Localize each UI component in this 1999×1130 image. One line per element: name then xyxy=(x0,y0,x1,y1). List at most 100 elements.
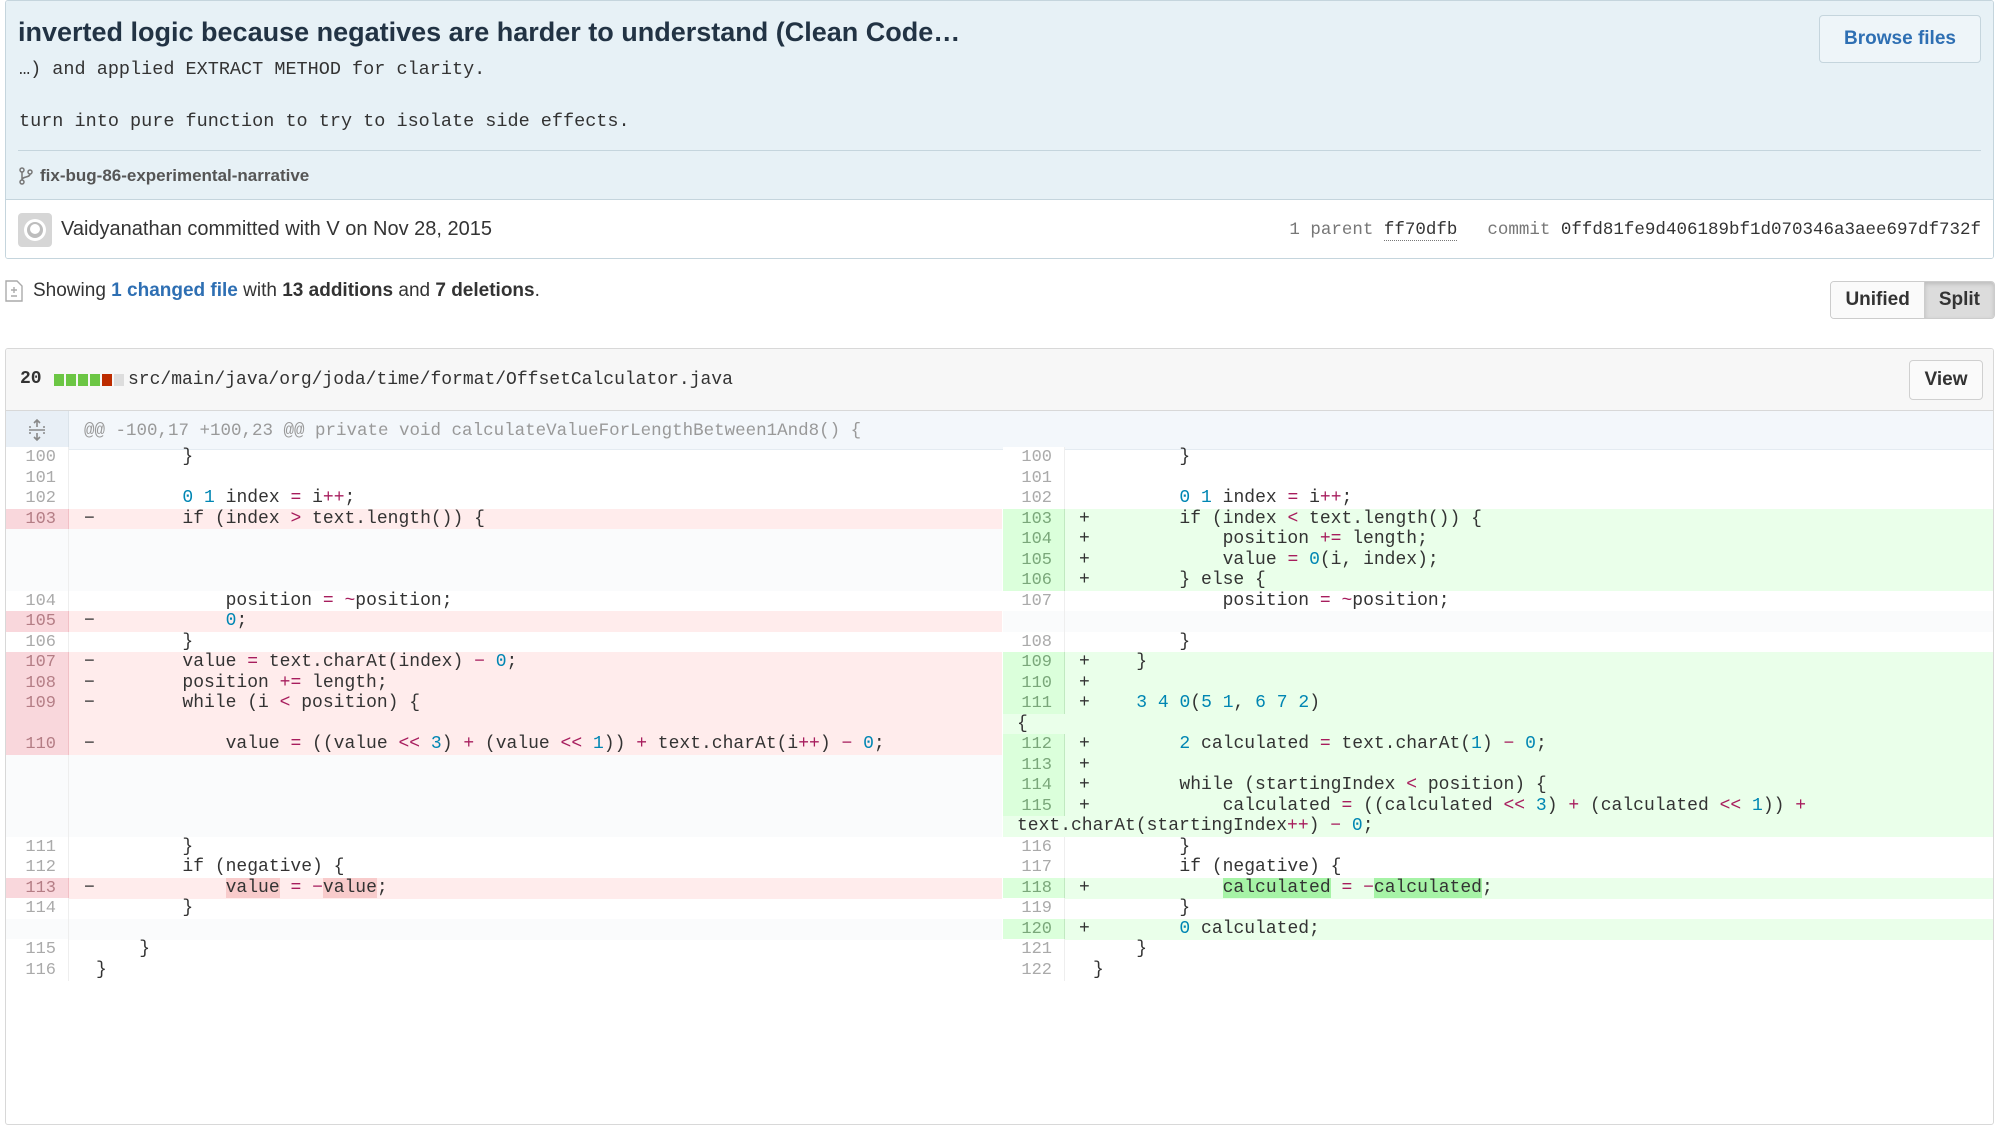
code-line: } xyxy=(96,939,151,959)
line-number[interactable]: 107 xyxy=(6,652,69,673)
line-number[interactable]: 106 xyxy=(1003,570,1065,591)
commit-description-line-2: turn into pure function to try to isolat… xyxy=(19,111,630,132)
line-number xyxy=(6,775,69,796)
line-number[interactable]: 104 xyxy=(6,590,69,612)
code-line: 0 1 index = i++; xyxy=(182,488,356,508)
code-line: if (index > text.length()) { xyxy=(96,508,485,529)
line-number[interactable]: 119 xyxy=(1003,898,1065,919)
line-number[interactable]: 101 xyxy=(1003,467,1065,489)
code-line: if (negative) { xyxy=(96,857,345,877)
changed-files-link[interactable]: 1 changed file xyxy=(111,280,238,302)
diff-sign: + xyxy=(1079,672,1090,693)
line-number[interactable]: 108 xyxy=(1003,631,1065,653)
code-line: } xyxy=(1093,836,1191,857)
line-number[interactable]: 120 xyxy=(1003,918,1065,940)
line-number[interactable]: 113 xyxy=(1003,754,1065,776)
branch-name[interactable]: fix-bug-86-experimental-narrative xyxy=(40,166,309,186)
line-number[interactable]: 116 xyxy=(1003,836,1065,858)
line-number[interactable]: 115 xyxy=(6,939,69,960)
avatar[interactable] xyxy=(18,213,52,247)
line-number[interactable]: 109 xyxy=(6,693,69,714)
and-text: and xyxy=(398,280,431,301)
code-line: position = ~position; xyxy=(96,590,453,611)
line-number[interactable]: 111 xyxy=(1003,693,1065,714)
code-line: } xyxy=(96,447,194,467)
divider xyxy=(18,150,1981,151)
right-diff-row xyxy=(1003,611,1993,632)
left-diff-row xyxy=(6,549,1002,571)
diff-sign: + xyxy=(1079,570,1090,590)
expand-hunk-button[interactable] xyxy=(6,411,69,449)
diff-sign: + xyxy=(1079,529,1090,549)
line-number[interactable]: 114 xyxy=(6,898,69,919)
right-diff-row: 122} xyxy=(1003,959,1993,981)
line-number[interactable]: 109 xyxy=(1003,652,1065,673)
left-diff-row: 109− while (i < position) { xyxy=(6,693,1002,714)
code-line: value = ((value << 3) + (value << 1)) + … xyxy=(96,734,885,754)
line-number[interactable]: 106 xyxy=(6,631,69,653)
diff-sign: + xyxy=(1079,877,1090,898)
commit-author-line: Vaidyanathan committed with V on Nov 28,… xyxy=(61,218,492,240)
line-number[interactable]: 101 xyxy=(6,467,69,489)
line-number[interactable]: 118 xyxy=(1003,877,1065,899)
line-number xyxy=(6,754,69,776)
line-number[interactable]: 114 xyxy=(1003,775,1065,796)
line-number xyxy=(6,549,69,571)
parent-sha-link[interactable]: ff70dfb xyxy=(1383,220,1458,241)
line-number xyxy=(6,918,69,940)
code-line: value = 0(i, index); xyxy=(1093,549,1439,570)
line-number[interactable]: 122 xyxy=(1003,959,1065,981)
left-diff-row xyxy=(6,570,1002,591)
line-number[interactable]: 100 xyxy=(1003,447,1065,468)
right-diff-row: text.charAt(startingIndex++) − 0; xyxy=(1003,816,1993,837)
diff-sign: + xyxy=(1079,549,1090,570)
diff-sign: + xyxy=(1079,795,1090,816)
line-number[interactable]: 115 xyxy=(1003,795,1065,817)
line-number[interactable]: 103 xyxy=(6,508,69,530)
line-number[interactable]: 121 xyxy=(1003,939,1065,960)
unified-view-button[interactable]: Unified xyxy=(1831,282,1924,318)
line-number[interactable]: 113 xyxy=(6,877,69,899)
line-number[interactable]: 102 xyxy=(6,488,69,509)
diffstat-block-del xyxy=(102,374,112,386)
diffstat-block-add xyxy=(90,374,100,386)
code-line: } xyxy=(96,836,194,857)
left-diff-row: 111 } xyxy=(6,836,1002,858)
split-view-button[interactable]: Split xyxy=(1923,282,1994,318)
code-line: } xyxy=(1093,959,1104,980)
line-number[interactable]: 104 xyxy=(1003,529,1065,550)
line-number[interactable]: 111 xyxy=(6,836,69,858)
additions-count: 13 additions xyxy=(282,280,394,301)
left-diff-row: 110− value = ((value << 3) + (value << 1… xyxy=(6,734,1002,755)
code-line: } xyxy=(1093,652,1148,672)
line-number[interactable]: 110 xyxy=(1003,672,1065,694)
code-line: if (negative) { xyxy=(1093,857,1342,877)
commit-description-line-1: …) and applied EXTRACT METHOD for clarit… xyxy=(19,59,486,80)
file-diff-icon[interactable] xyxy=(5,280,23,302)
line-number xyxy=(6,529,69,550)
line-number[interactable]: 116 xyxy=(6,959,69,981)
line-number[interactable]: 117 xyxy=(1003,857,1065,878)
right-diff-row: 111 + 3 4 0(5 1, 6 7 2) xyxy=(1003,693,1993,714)
browse-files-button[interactable]: Browse files xyxy=(1819,15,1981,63)
code-line: } else { xyxy=(1093,570,1266,590)
code-line: } xyxy=(1093,939,1148,959)
left-diff-row xyxy=(6,529,1002,550)
left-diff-row: 101 xyxy=(6,467,1002,489)
line-number[interactable]: 100 xyxy=(6,447,69,468)
line-number[interactable]: 110 xyxy=(6,734,69,755)
line-number[interactable]: 105 xyxy=(6,611,69,632)
left-diff-row: 108− position += length; xyxy=(6,672,1002,694)
diff-sign: − xyxy=(84,652,95,672)
line-number[interactable]: 112 xyxy=(1003,734,1065,755)
line-number[interactable]: 107 xyxy=(1003,590,1065,612)
branch-label[interactable]: fix-bug-86-experimental-narrative xyxy=(18,166,309,186)
line-number[interactable]: 112 xyxy=(6,857,69,878)
file-path[interactable]: src/main/java/org/joda/time/format/Offse… xyxy=(128,370,733,390)
view-file-button[interactable]: View xyxy=(1909,360,1983,400)
line-number[interactable]: 105 xyxy=(1003,549,1065,571)
line-number[interactable]: 102 xyxy=(1003,488,1065,509)
left-diff-row xyxy=(6,754,1002,776)
line-number[interactable]: 103 xyxy=(1003,508,1065,530)
line-number[interactable]: 108 xyxy=(6,672,69,694)
